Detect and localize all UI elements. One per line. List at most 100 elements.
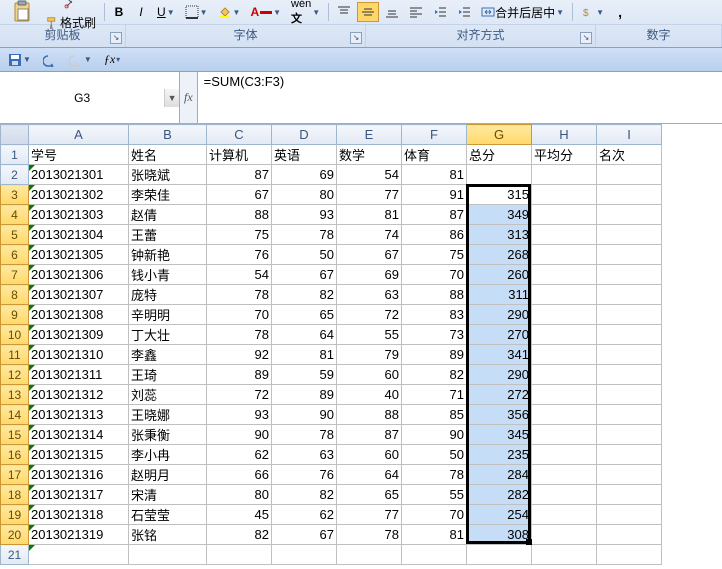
cell-A18[interactable]: 2013021317	[29, 485, 129, 505]
cell-F15[interactable]: 90	[402, 425, 467, 445]
cell-F2[interactable]: 81	[402, 165, 467, 185]
cell-G2[interactable]	[467, 165, 532, 185]
cell-B11[interactable]: 李鑫	[129, 345, 207, 365]
cell-A12[interactable]: 2013021311	[29, 365, 129, 385]
cell-C7[interactable]: 54	[207, 265, 272, 285]
cell-B7[interactable]: 钱小青	[129, 265, 207, 285]
cell-A15[interactable]: 2013021314	[29, 425, 129, 445]
row-header-21[interactable]: 21	[1, 545, 29, 565]
row-header-17[interactable]: 17	[1, 465, 29, 485]
row-header-2[interactable]: 2	[1, 165, 29, 185]
cell-A5[interactable]: 2013021304	[29, 225, 129, 245]
cell-C6[interactable]: 76	[207, 245, 272, 265]
cell-D7[interactable]: 67	[272, 265, 337, 285]
cell-H9[interactable]	[532, 305, 597, 325]
cell-I11[interactable]	[597, 345, 662, 365]
cell-A8[interactable]: 2013021307	[29, 285, 129, 305]
col-header-C[interactable]: C	[207, 125, 272, 145]
cell-I5[interactable]	[597, 225, 662, 245]
cell-B3[interactable]: 李荣佳	[129, 185, 207, 205]
cell-E14[interactable]: 88	[337, 405, 402, 425]
cell-B1[interactable]: 姓名	[129, 145, 207, 165]
cell-C11[interactable]: 92	[207, 345, 272, 365]
col-header-D[interactable]: D	[272, 125, 337, 145]
border-button[interactable]: ▼	[181, 2, 212, 22]
cut-button[interactable]	[42, 0, 100, 12]
cell-E6[interactable]: 67	[337, 245, 402, 265]
cell-E21[interactable]	[337, 545, 402, 565]
cell-H7[interactable]	[532, 265, 597, 285]
col-header-E[interactable]: E	[337, 125, 402, 145]
row-header-8[interactable]: 8	[1, 285, 29, 305]
cell-B21[interactable]	[129, 545, 207, 565]
paste-button[interactable]	[4, 0, 40, 24]
formula-input[interactable]	[198, 72, 722, 120]
merge-center-button[interactable]: 合并后居中▼	[477, 2, 568, 22]
cell-E18[interactable]: 65	[337, 485, 402, 505]
cell-F14[interactable]: 85	[402, 405, 467, 425]
cell-D1[interactable]: 英语	[272, 145, 337, 165]
cell-H20[interactable]	[532, 525, 597, 545]
cell-E11[interactable]: 79	[337, 345, 402, 365]
cell-C12[interactable]: 89	[207, 365, 272, 385]
cell-I13[interactable]	[597, 385, 662, 405]
cell-D14[interactable]: 90	[272, 405, 337, 425]
cell-I12[interactable]	[597, 365, 662, 385]
cell-E8[interactable]: 63	[337, 285, 402, 305]
cell-G13[interactable]: 272	[467, 385, 532, 405]
cell-I3[interactable]	[597, 185, 662, 205]
cell-E3[interactable]: 77	[337, 185, 402, 205]
cell-G21[interactable]	[467, 545, 532, 565]
comma-button[interactable]: ,	[610, 2, 630, 22]
cell-H19[interactable]	[532, 505, 597, 525]
cell-H11[interactable]	[532, 345, 597, 365]
cell-F20[interactable]: 81	[402, 525, 467, 545]
cell-D8[interactable]: 82	[272, 285, 337, 305]
cell-C9[interactable]: 70	[207, 305, 272, 325]
cell-I2[interactable]	[597, 165, 662, 185]
cell-G14[interactable]: 356	[467, 405, 532, 425]
cell-G17[interactable]: 284	[467, 465, 532, 485]
cell-C3[interactable]: 67	[207, 185, 272, 205]
cell-E4[interactable]: 81	[337, 205, 402, 225]
cell-E12[interactable]: 60	[337, 365, 402, 385]
cell-E19[interactable]: 77	[337, 505, 402, 525]
cell-B6[interactable]: 钟新艳	[129, 245, 207, 265]
cell-I14[interactable]	[597, 405, 662, 425]
cell-H3[interactable]	[532, 185, 597, 205]
cell-D16[interactable]: 63	[272, 445, 337, 465]
cell-D11[interactable]: 81	[272, 345, 337, 365]
cell-I18[interactable]	[597, 485, 662, 505]
cell-C8[interactable]: 78	[207, 285, 272, 305]
cell-G15[interactable]: 345	[467, 425, 532, 445]
cell-A11[interactable]: 2013021310	[29, 345, 129, 365]
cell-D19[interactable]: 62	[272, 505, 337, 525]
cell-H10[interactable]	[532, 325, 597, 345]
cell-C18[interactable]: 80	[207, 485, 272, 505]
row-header-20[interactable]: 20	[1, 525, 29, 545]
cell-H14[interactable]	[532, 405, 597, 425]
cell-G9[interactable]: 290	[467, 305, 532, 325]
cell-E2[interactable]: 54	[337, 165, 402, 185]
cell-F9[interactable]: 83	[402, 305, 467, 325]
save-button[interactable]: ▼	[4, 50, 35, 70]
cell-G11[interactable]: 341	[467, 345, 532, 365]
cell-B10[interactable]: 丁大壮	[129, 325, 207, 345]
row-header-9[interactable]: 9	[1, 305, 29, 325]
cell-E7[interactable]: 69	[337, 265, 402, 285]
cell-D2[interactable]: 69	[272, 165, 337, 185]
cell-H12[interactable]	[532, 365, 597, 385]
cell-B12[interactable]: 王琦	[129, 365, 207, 385]
cell-H5[interactable]	[532, 225, 597, 245]
cell-F13[interactable]: 71	[402, 385, 467, 405]
cell-D12[interactable]: 59	[272, 365, 337, 385]
cell-B9[interactable]: 辛明明	[129, 305, 207, 325]
col-header-H[interactable]: H	[532, 125, 597, 145]
cell-H13[interactable]	[532, 385, 597, 405]
cell-C10[interactable]: 78	[207, 325, 272, 345]
col-header-G[interactable]: G	[467, 125, 532, 145]
italic-button[interactable]: I	[131, 2, 151, 22]
cell-E1[interactable]: 数学	[337, 145, 402, 165]
clipboard-expand[interactable]: ↘	[110, 32, 122, 44]
cell-E16[interactable]: 60	[337, 445, 402, 465]
